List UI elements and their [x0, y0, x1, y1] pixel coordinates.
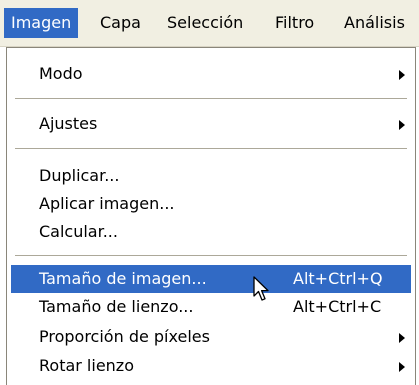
arrow-pointer-icon — [253, 276, 269, 301]
menu-item-proporcion-pixeles[interactable]: Proporción de píxeles — [11, 323, 411, 351]
menu-separator — [15, 255, 407, 256]
submenu-arrow-icon — [399, 120, 405, 130]
menubar-item-filtro[interactable]: Filtro — [268, 8, 321, 38]
menu-item-tamano-imagen[interactable]: Tamaño de imagen... Alt+Ctrl+Q — [11, 265, 411, 293]
menu-item-label: Rotar lienzo — [39, 356, 134, 375]
menu-item-duplicar[interactable]: Duplicar... — [11, 162, 411, 190]
menubar-item-analisis[interactable]: Análisis — [337, 8, 412, 38]
menubar-item-imagen[interactable]: Imagen — [4, 8, 79, 38]
submenu-arrow-icon — [399, 333, 405, 343]
menu-item-label: Aplicar imagen... — [39, 194, 175, 213]
submenu-arrow-icon — [399, 362, 405, 372]
menu-item-modo[interactable]: Modo — [11, 60, 411, 88]
submenu-arrow-icon — [399, 70, 405, 80]
menu-item-aplicar-imagen[interactable]: Aplicar imagen... — [11, 190, 411, 218]
menu-bar: Imagen Capa Selección Filtro Análisis — [0, 0, 419, 47]
menu-item-label: Modo — [39, 64, 83, 83]
menu-item-calcular[interactable]: Calcular... — [11, 218, 411, 246]
menu-item-label: Tamaño de lienzo... — [39, 297, 194, 316]
menu-item-label: Duplicar... — [39, 166, 120, 185]
menu-item-rotar-lienzo[interactable]: Rotar lienzo — [11, 352, 411, 380]
menu-separator — [15, 98, 407, 99]
imagen-dropdown-menu: Modo Ajustes Duplicar... Aplicar imagen.… — [6, 47, 416, 385]
menu-item-tamano-lienzo[interactable]: Tamaño de lienzo... Alt+Ctrl+C — [11, 293, 411, 321]
menu-item-shortcut: Alt+Ctrl+Q — [293, 269, 383, 288]
menu-item-label: Tamaño de imagen... — [39, 269, 207, 288]
menu-separator — [15, 148, 407, 149]
menu-item-label: Ajustes — [39, 114, 98, 133]
menu-item-label: Calcular... — [39, 222, 118, 241]
menu-item-label: Proporción de píxeles — [39, 327, 210, 346]
menubar-item-capa[interactable]: Capa — [93, 8, 148, 38]
menu-item-shortcut: Alt+Ctrl+C — [293, 297, 382, 316]
menu-item-ajustes[interactable]: Ajustes — [11, 110, 411, 138]
menubar-item-seleccion[interactable]: Selección — [160, 8, 250, 38]
